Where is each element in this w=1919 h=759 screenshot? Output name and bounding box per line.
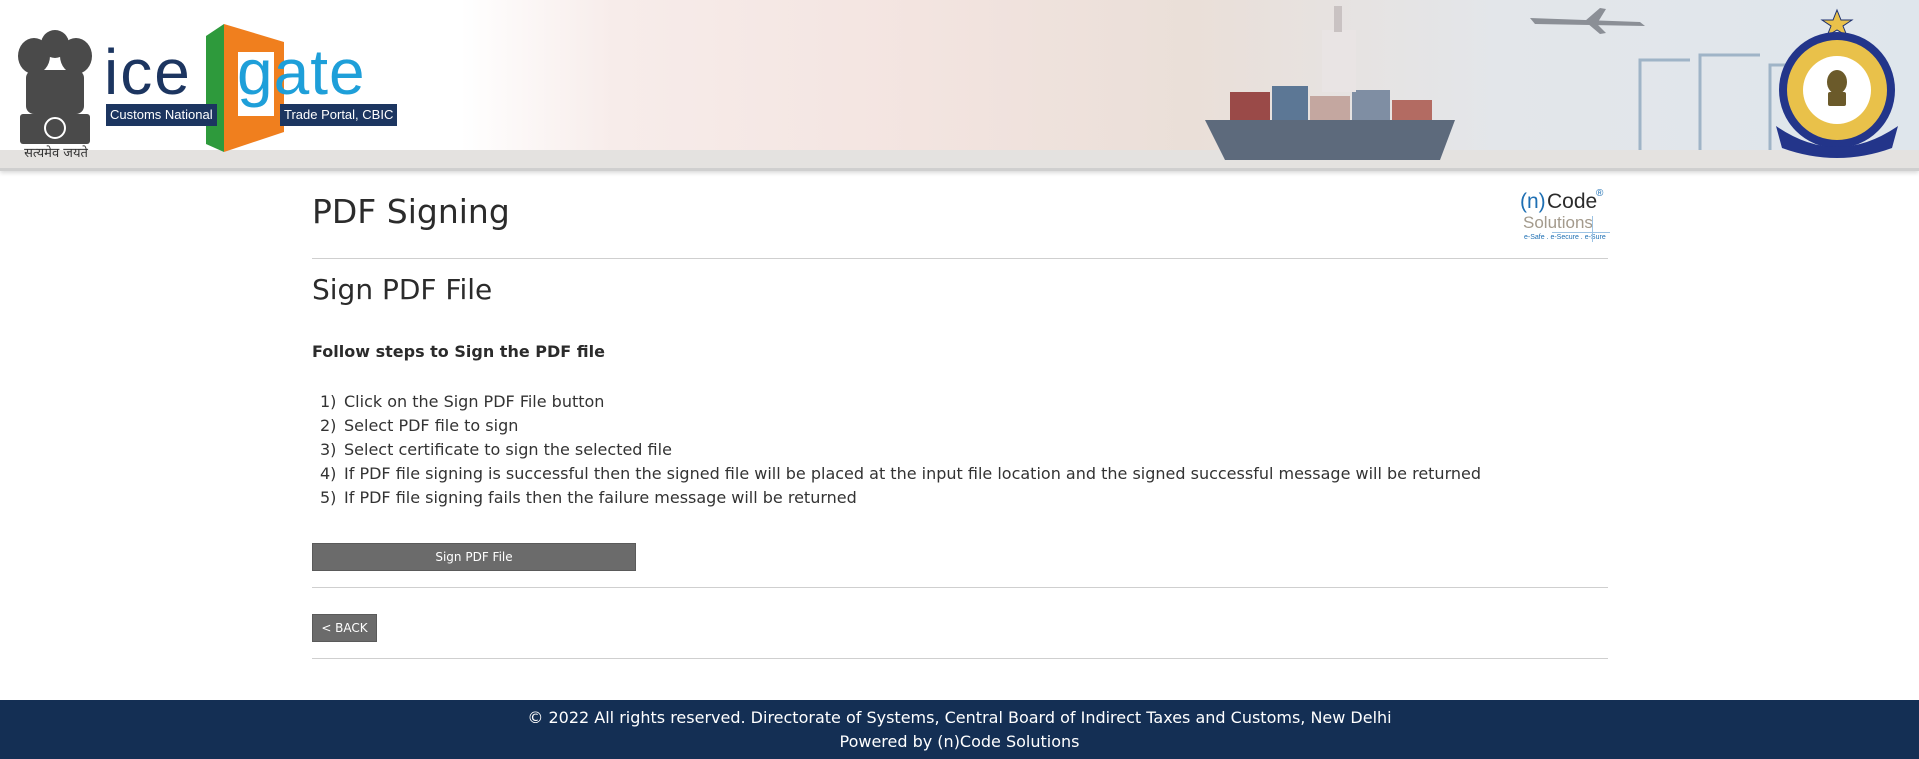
step-number: 3) [320, 440, 337, 459]
emblem-caption: सत्यमेव जयते [24, 146, 88, 161]
step-text: Click on the Sign PDF File button [344, 392, 605, 411]
ship-illustration [1205, 6, 1455, 160]
step-item: 4) If PDF file signing is successful then… [320, 462, 1481, 486]
icegate-logo-ice-text: ice [104, 36, 192, 108]
footer-copyright: © 2022 All rights reserved. Directorate … [527, 708, 1392, 727]
sign-pdf-file-button[interactable]: Sign PDF File [312, 543, 636, 571]
step-number: 2) [320, 416, 337, 435]
step-number: 4) [320, 464, 337, 483]
icegate-tagline-right: Trade Portal, CBIC [280, 104, 398, 126]
divider-bottom [312, 658, 1608, 659]
step-text: If PDF file signing is successful then t… [344, 464, 1482, 483]
step-text: Select PDF file to sign [344, 416, 519, 435]
footer-powered-by: Powered by (n)Code Solutions [839, 732, 1080, 751]
ncode-logo-line-vertical [1592, 216, 1593, 242]
icegate-tagline-left: Customs National [106, 104, 217, 126]
instructions-heading: Follow steps to Sign the PDF file [312, 342, 605, 361]
back-button[interactable]: < BACK [312, 614, 377, 642]
steps-list: 1) Click on the Sign PDF File button 2) Se… [320, 390, 1481, 510]
step-text: If PDF file signing fails then the failu… [344, 488, 857, 507]
step-number: 1) [320, 392, 337, 411]
icegate-logo-gate-text: gate [237, 36, 366, 108]
step-text: Select certificate to sign the selected … [344, 440, 672, 459]
cbic-seal-icon [1776, 8, 1898, 158]
step-number: 5) [320, 488, 337, 507]
divider-top [312, 258, 1608, 259]
header-banner: सत्यमेव जयते ice gate Customs National T… [0, 0, 1919, 171]
step-item: 1) Click on the Sign PDF File button [320, 390, 1481, 414]
divider-middle [312, 587, 1608, 588]
step-item: 2) Select PDF file to sign [320, 414, 1481, 438]
ncode-logo-prefix: (n) [1520, 190, 1546, 213]
ncode-logo-registered-mark: ® [1596, 188, 1604, 199]
ncode-logo-solutions: Solutions [1523, 213, 1593, 232]
national-emblem-icon [18, 30, 92, 144]
section-title: Sign PDF File [312, 273, 493, 306]
step-item: 3) Select certificate to sign the selecte… [320, 438, 1481, 462]
ncode-logo-line-horizontal [1552, 232, 1610, 233]
ncode-logo-tagline: e-Safe . e-Secure . e-Sure [1524, 234, 1606, 241]
page-title: PDF Signing [312, 192, 510, 231]
ncode-logo-name: Code [1547, 190, 1598, 213]
step-item: 5) If PDF file signing fails then the fai… [320, 486, 1481, 510]
footer: © 2022 All rights reserved. Directorate … [0, 700, 1919, 759]
airplane-illustration [1530, 8, 1645, 34]
